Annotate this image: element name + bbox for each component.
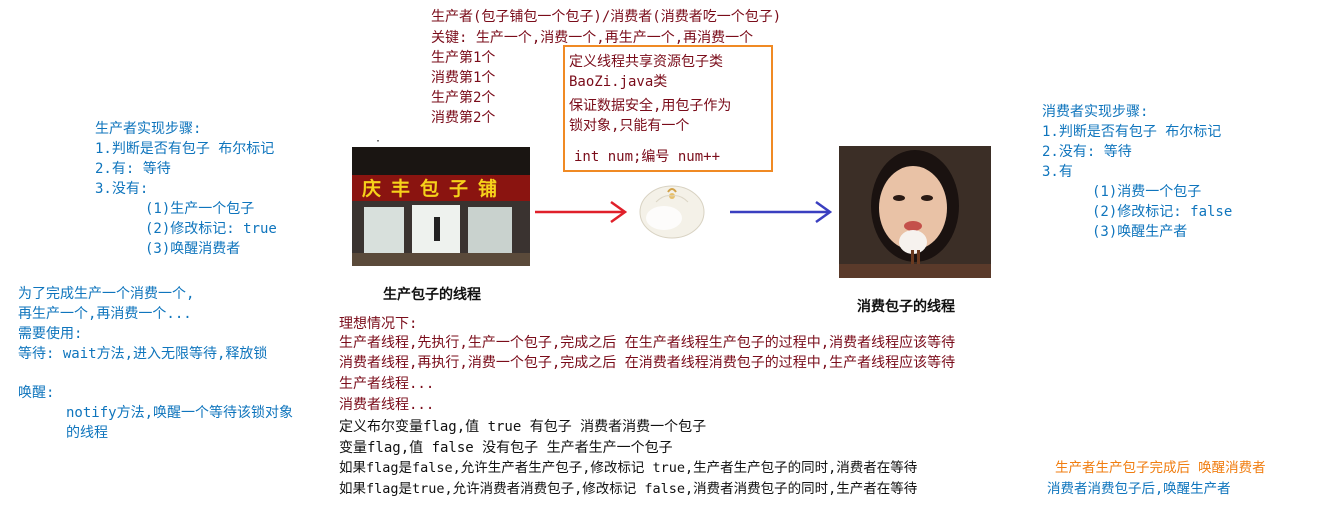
flag-line-3: 如果flag是false,允许生产者生产包子,修改标记 true,生产者生产包子… xyxy=(339,460,918,476)
seq-item-3: 生产第2个 xyxy=(431,90,496,106)
shop-sign: 庆丰包子铺 xyxy=(362,177,507,200)
seq-item-4: 消费第2个 xyxy=(431,110,496,126)
resource-line-1: 定义线程共享资源包子类 xyxy=(569,54,723,70)
producer-step-1: 1.判断是否有包子 布尔标记 xyxy=(95,141,275,157)
resource-line-2: BaoZi.java类 xyxy=(569,74,668,90)
flag-line-3-note: 生产者生产包子完成后 唤醒消费者 xyxy=(1055,460,1266,476)
consumer-steps-title: 消费者实现步骤: xyxy=(1042,104,1149,120)
consumer-step-1: 1.判断是否有包子 布尔标记 xyxy=(1042,124,1222,140)
note-line-6: notify方法,唤醒一个等待该锁对象 xyxy=(66,405,294,421)
note-line-5: 唤醒: xyxy=(18,385,55,401)
note-line-3: 需要使用: xyxy=(18,326,83,342)
consumer-step-3: 3.有 xyxy=(1042,164,1073,180)
resource-line-3: 保证数据安全,用包子作为 xyxy=(569,98,732,114)
resource-box: 定义线程共享资源包子类 BaoZi.java类 保证数据安全,用包子作为 锁对象… xyxy=(563,45,773,172)
dot-mark: · xyxy=(375,136,382,147)
ideal-line-1: 生产者线程,先执行,生产一个包子,完成之后 在生产者线程生产包子的过程中,消费者… xyxy=(339,335,956,351)
right-arrow-icon xyxy=(535,200,628,224)
seq-item-1: 生产第1个 xyxy=(431,50,496,66)
ideal-line-2: 消费者线程,再执行,消费一个包子,完成之后 在消费者线程消费包子的过程中,生产者… xyxy=(339,355,956,371)
producer-step-3c: (3)唤醒消费者 xyxy=(145,241,241,257)
note-line-1: 为了完成生产一个消费一个, xyxy=(18,286,195,302)
producer-step-3a: (1)生产一个包子 xyxy=(145,201,255,217)
girl-eating-illustration xyxy=(839,146,991,278)
flag-line-4: 如果flag是true,允许消费者消费包子,修改标记 false,消费者消费包子… xyxy=(339,481,918,497)
ideal-line-3: 生产者线程... xyxy=(339,376,435,392)
ideal-line-4: 消费者线程... xyxy=(339,397,435,413)
producer-step-3: 3.没有: xyxy=(95,181,149,197)
flag-line-4-note: 消费者消费包子后,唤醒生产者 xyxy=(1047,481,1231,497)
flag-line-2: 变量flag,值 false 没有包子 生产者生产一个包子 xyxy=(339,440,673,456)
note-line-7: 的线程 xyxy=(66,425,108,441)
consumer-step-3b: (2)修改标记: false xyxy=(1092,204,1233,220)
resource-line-4: 锁对象,只能有一个 xyxy=(569,118,690,134)
flag-line-1: 定义布尔变量flag,值 true 有包子 消费者消费一个包子 xyxy=(339,419,707,435)
ideal-title: 理想情况下: xyxy=(339,316,418,332)
consumer-step-3a: (1)消费一个包子 xyxy=(1092,184,1202,200)
seq-item-2: 消费第1个 xyxy=(431,70,496,86)
consumer-step-2: 2.没有: 等待 xyxy=(1042,144,1132,160)
page-title: 生产者(包子铺包一个包子)/消费者(消费者吃一个包子) xyxy=(431,9,782,25)
consumer-step-3c: (3)唤醒生产者 xyxy=(1092,224,1188,240)
producer-thread-label: 生产包子的线程 xyxy=(383,287,481,303)
shop-photo: 庆丰包子铺 xyxy=(352,147,530,266)
steamed-bun-icon xyxy=(639,185,705,239)
note-line-4: 等待: wait方法,进入无限等待,释放锁 xyxy=(18,346,268,362)
shop-illustration: 庆丰包子铺 xyxy=(352,147,530,266)
right-arrow-icon xyxy=(730,200,833,224)
producer-step-2: 2.有: 等待 xyxy=(95,161,171,177)
producer-steps-title: 生产者实现步骤: xyxy=(95,121,202,137)
consumer-photo xyxy=(839,146,991,278)
note-line-2: 再生产一个,再消费一个... xyxy=(18,306,192,322)
resource-line-5: int num;编号 num++ xyxy=(574,149,721,165)
producer-step-3b: (2)修改标记: true xyxy=(145,221,277,237)
consumer-thread-label: 消费包子的线程 xyxy=(857,299,955,315)
